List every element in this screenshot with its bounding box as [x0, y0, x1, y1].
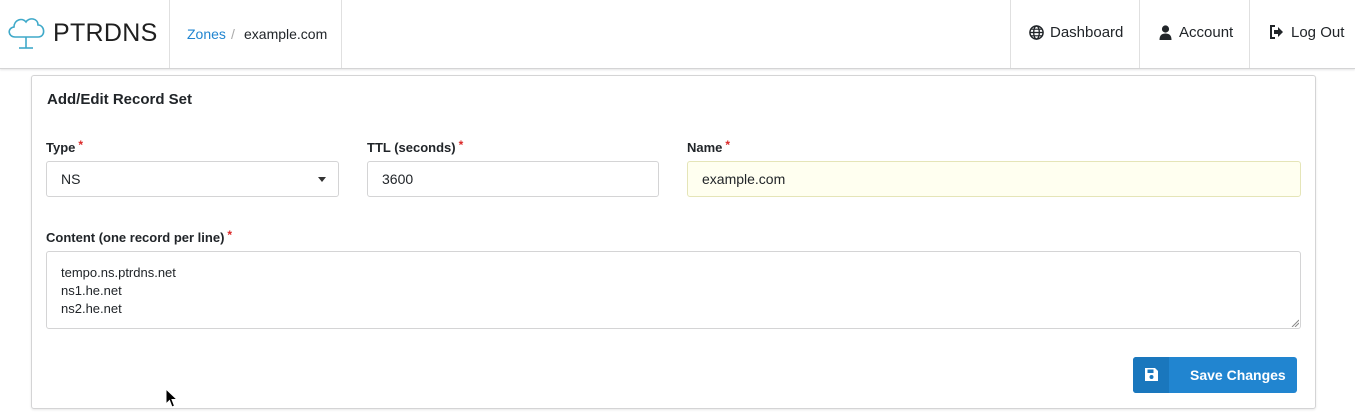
- nav-dashboard[interactable]: Dashboard: [1010, 0, 1140, 68]
- ttl-input[interactable]: 3600: [367, 161, 659, 197]
- user-icon: [1159, 25, 1172, 40]
- breadcrumb-zones-link[interactable]: Zones: [187, 0, 226, 68]
- top-navbar: PTRDNS Zones / example.com Dashboard Acc…: [0, 0, 1355, 69]
- breadcrumb: Zones / example.com: [169, 0, 342, 68]
- type-label-text: Type: [46, 140, 76, 155]
- content-label: Content (one record per line) *: [46, 228, 233, 245]
- required-mark: *: [725, 138, 731, 152]
- dropdown-caret-icon: [318, 177, 326, 182]
- ttl-label: TTL (seconds) *: [367, 138, 464, 155]
- brand-name: PTRDNS: [53, 19, 158, 47]
- globe-icon: [1029, 25, 1044, 40]
- ttl-input-value: 3600: [382, 171, 414, 187]
- breadcrumb-current: example.com: [244, 26, 328, 42]
- floppy-disk-icon: [1145, 368, 1158, 381]
- content-line: tempo.ns.ptrdns.net: [61, 265, 176, 280]
- resize-grip-icon[interactable]: [1291, 319, 1299, 327]
- name-input[interactable]: example.com: [687, 161, 1301, 197]
- record-set-panel: Add/Edit Record Set Type * NS TTL (second…: [31, 75, 1316, 409]
- content-line: ns1.he.net: [61, 283, 122, 298]
- breadcrumb-separator: /: [231, 26, 235, 42]
- nav-dashboard-label: Dashboard: [1050, 24, 1124, 41]
- panel-title: Add/Edit Record Set: [47, 91, 193, 108]
- content-line: ns2.he.net: [61, 301, 122, 316]
- save-icon-box: [1133, 357, 1169, 393]
- required-mark: *: [78, 138, 84, 152]
- mouse-cursor-icon: [165, 388, 178, 408]
- brand[interactable]: PTRDNS: [0, 0, 170, 68]
- nav-logout-label: Log Out: [1291, 24, 1345, 41]
- ttl-label-text: TTL (seconds): [367, 140, 456, 155]
- type-label: Type *: [46, 138, 84, 155]
- type-select[interactable]: NS: [46, 161, 339, 197]
- sign-out-icon: [1270, 25, 1283, 39]
- content-textarea[interactable]: tempo.ns.ptrdns.net ns1.he.net ns2.he.ne…: [46, 251, 1301, 329]
- name-label: Name *: [687, 138, 731, 155]
- type-select-value: NS: [61, 171, 81, 187]
- nav-account[interactable]: Account: [1139, 0, 1250, 68]
- name-input-value: example.com: [702, 171, 786, 187]
- name-label-text: Name: [687, 140, 723, 155]
- save-changes-label: Save Changes: [1190, 367, 1286, 383]
- save-changes-button[interactable]: Save Changes: [1133, 357, 1297, 393]
- nav-account-label: Account: [1179, 24, 1234, 41]
- required-mark: *: [227, 228, 233, 242]
- cloud-logo-icon: [8, 18, 45, 49]
- content-label-text: Content (one record per line): [46, 230, 225, 245]
- required-mark: *: [458, 138, 464, 152]
- nav-logout[interactable]: Log Out: [1249, 0, 1355, 68]
